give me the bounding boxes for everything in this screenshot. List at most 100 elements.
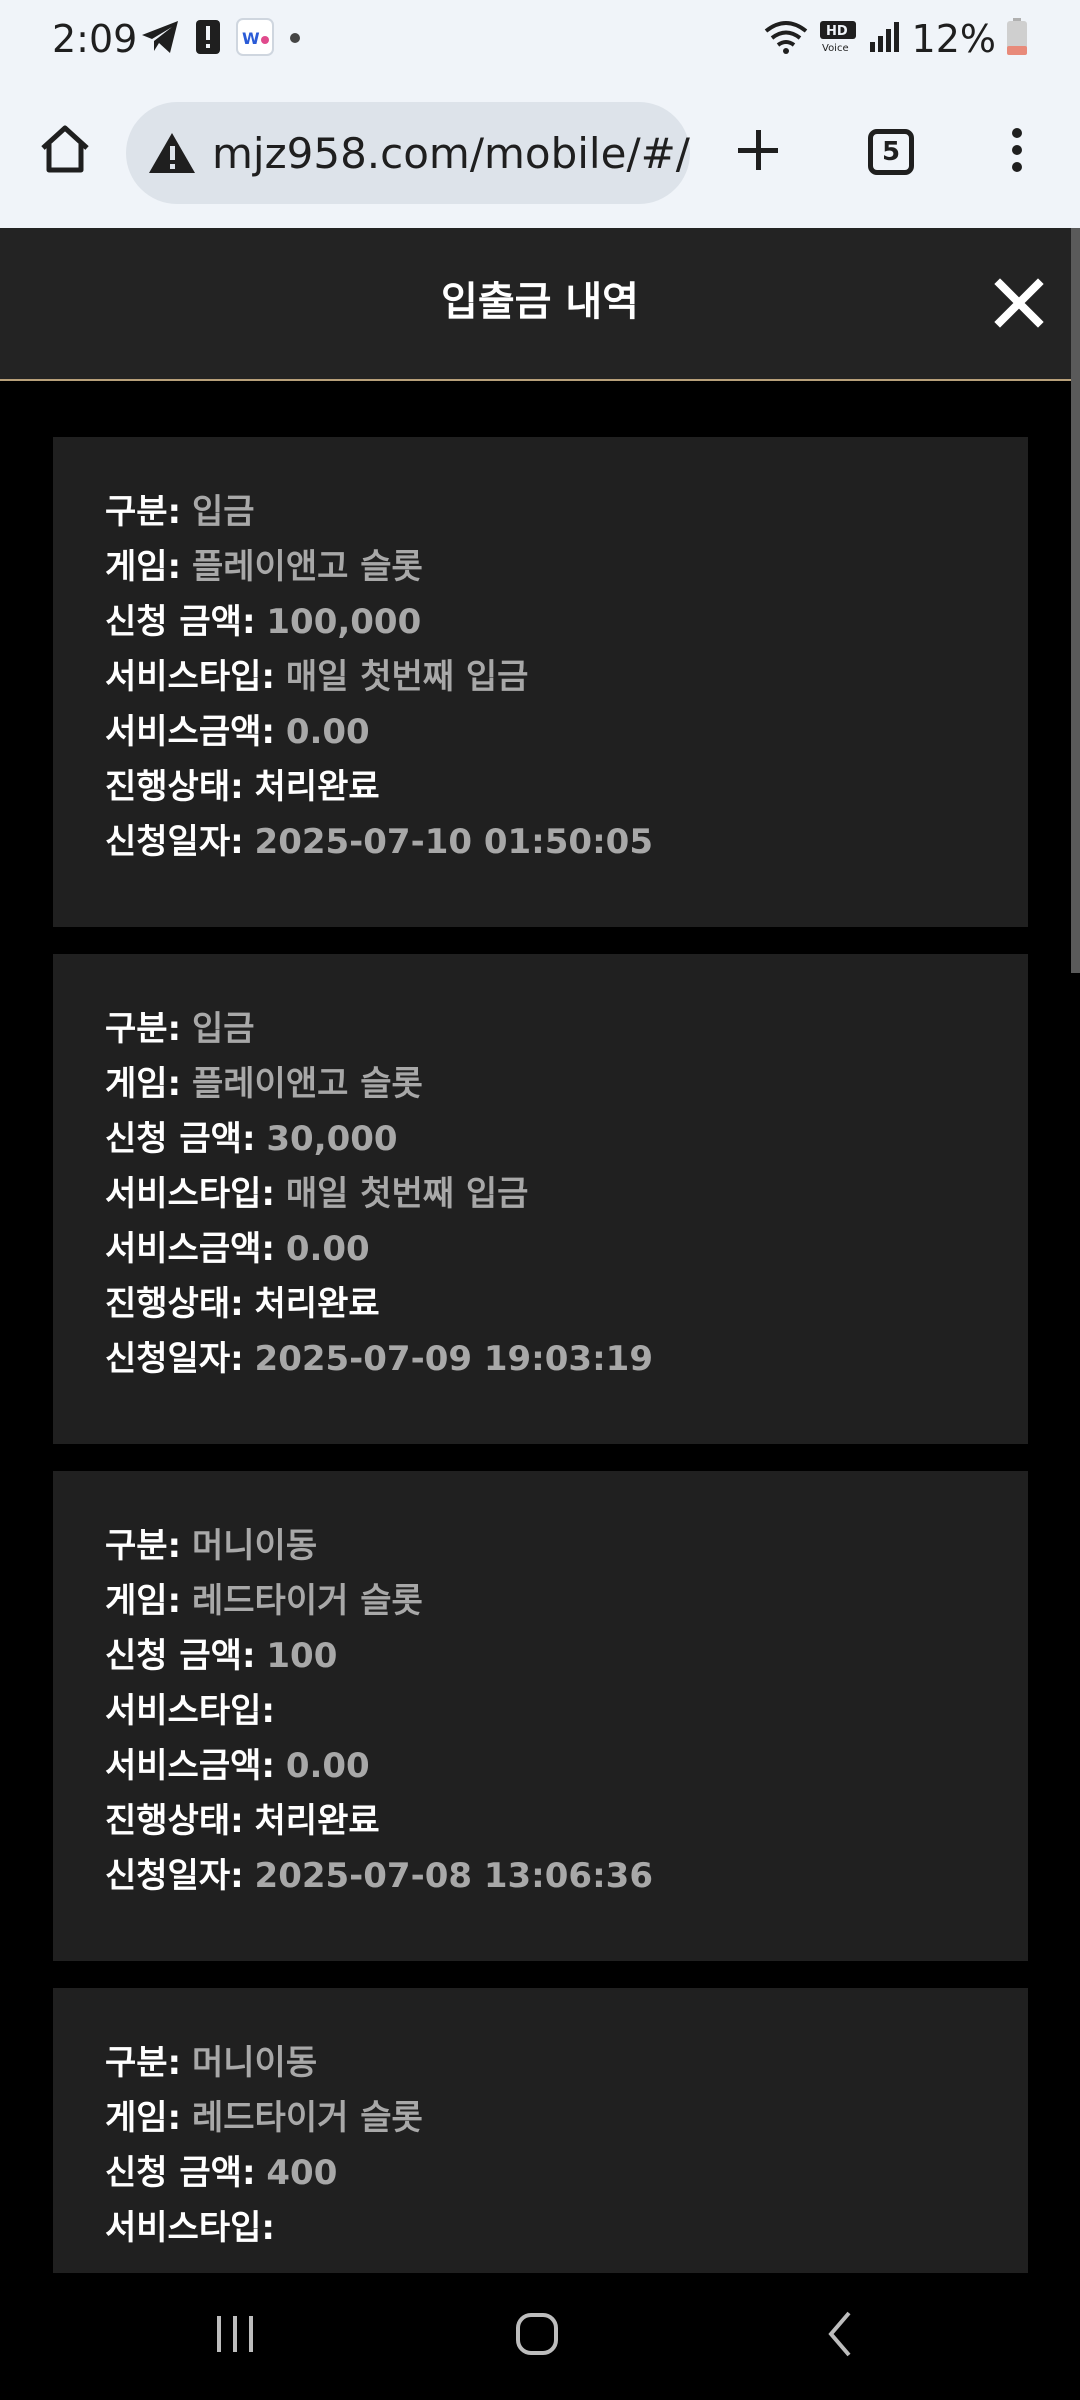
not-secure-warning-icon[interactable] <box>144 125 200 181</box>
home-button[interactable] <box>30 116 100 186</box>
page-title: 입출금 내역 <box>441 279 639 325</box>
browser-toolbar: mjz958.com/mobile/#/ 5 <box>0 78 1080 228</box>
back-button[interactable] <box>805 2303 875 2369</box>
svg-text:W: W <box>242 29 260 48</box>
address-bar[interactable]: mjz958.com/mobile/#/ <box>126 102 690 204</box>
more-vert-icon <box>1009 125 1025 179</box>
type-label: 구분: <box>105 492 182 532</box>
game-value: 플레이앤고 슬롯 <box>191 547 423 587</box>
game-row: 게임: 레드타이거 슬롯 <box>105 1574 1028 1629</box>
service-type-value: 매일 첫번째 입금 <box>285 1174 529 1214</box>
date-row: 신청일자: 2025-07-09 19:03:19 <box>105 1332 1028 1387</box>
type-row: 구분: 머니이동 <box>105 2036 1028 2091</box>
recent-apps-button[interactable] <box>200 2303 270 2369</box>
new-tab-button[interactable] <box>722 116 794 188</box>
hd-voice-icon: HD Voice <box>818 19 858 59</box>
service-amount-row: 서비스금액: 0.00 <box>105 705 1028 760</box>
system-nav-bar <box>0 2273 1080 2400</box>
service-amount-label: 서비스금액: <box>105 1746 275 1786</box>
service-type-label: 서비스타입: <box>105 1691 275 1731</box>
battery-icon <box>1006 18 1028 60</box>
type-label: 구분: <box>105 1526 182 1566</box>
telegram-icon <box>140 19 180 59</box>
status-label: 진행상태: <box>105 1801 244 1841</box>
transaction-card: 구분: 입금 게임: 플레이앤고 슬롯 신청 금액: 30,000 서비스타입:… <box>53 954 1028 1444</box>
amount-label: 신청 금액: <box>105 1636 256 1676</box>
game-value: 레드타이거 슬롯 <box>191 1581 423 1621</box>
type-row: 구분: 입금 <box>105 485 1028 540</box>
app-icon: W <box>236 18 274 60</box>
game-value: 플레이앤고 슬롯 <box>191 1064 423 1104</box>
transaction-card: 구분: 입금 게임: 플레이앤고 슬롯 신청 금액: 100,000 서비스타입… <box>53 437 1028 927</box>
game-label: 게임: <box>105 547 182 587</box>
status-row: 진행상태: 처리완료 <box>105 1277 1028 1332</box>
service-type-row: 서비스타입: <box>105 2201 1028 2256</box>
status-value: 처리완료 <box>254 1801 380 1841</box>
status-value: 처리완료 <box>254 1284 380 1324</box>
alert-icon <box>194 18 222 60</box>
amount-value: 100 <box>266 1636 338 1676</box>
amount-value: 100,000 <box>266 602 422 642</box>
status-row: 진행상태: 처리완료 <box>105 760 1028 815</box>
service-amount-value: 0.00 <box>285 712 370 752</box>
amount-label: 신청 금액: <box>105 1119 256 1159</box>
status-time: 2:09 <box>52 17 138 61</box>
signal-icon <box>868 20 902 58</box>
dot-icon <box>288 30 302 49</box>
page-header: 입출금 내역 <box>0 228 1080 381</box>
more-menu-button[interactable] <box>981 116 1053 188</box>
game-row: 게임: 플레이앤고 슬롯 <box>105 1057 1028 1112</box>
service-type-row: 서비스타입: 매일 첫번째 입금 <box>105 650 1028 705</box>
status-value: 처리완료 <box>254 767 380 807</box>
status-label: 진행상태: <box>105 767 244 807</box>
amount-row: 신청 금액: 100 <box>105 1629 1028 1684</box>
status-label: 진행상태: <box>105 1284 244 1324</box>
recent-apps-icon <box>213 2312 257 2360</box>
type-value: 머니이동 <box>191 2043 318 2083</box>
url-text[interactable]: mjz958.com/mobile/#/ <box>212 129 690 178</box>
date-label: 신청일자: <box>105 822 244 862</box>
service-amount-value: 0.00 <box>285 1229 370 1269</box>
amount-label: 신청 금액: <box>105 2153 256 2193</box>
status-bar: 2:09 W HD Voice 12% <box>0 0 1080 78</box>
service-amount-label: 서비스금액: <box>105 1229 275 1269</box>
system-icons: HD Voice 12% <box>764 16 1028 62</box>
plus-icon <box>734 126 782 178</box>
status-row: 진행상태: 처리완료 <box>105 1794 1028 1849</box>
scrollbar-thumb[interactable] <box>1071 228 1080 973</box>
game-value: 레드타이거 슬롯 <box>191 2098 423 2138</box>
service-amount-row: 서비스금액: 0.00 <box>105 1222 1028 1277</box>
amount-row: 신청 금액: 30,000 <box>105 1112 1028 1167</box>
type-value: 입금 <box>191 492 255 532</box>
transaction-list[interactable]: 구분: 입금 게임: 플레이앤고 슬롯 신청 금액: 100,000 서비스타입… <box>0 383 1080 2273</box>
service-type-label: 서비스타입: <box>105 657 275 697</box>
svg-text:HD: HD <box>826 24 848 39</box>
date-value: 2025-07-10 01:50:05 <box>254 822 653 862</box>
service-type-label: 서비스타입: <box>105 2208 275 2248</box>
wifi-icon <box>764 19 808 59</box>
type-label: 구분: <box>105 1009 182 1049</box>
svg-text:Voice: Voice <box>822 43 849 54</box>
service-type-label: 서비스타입: <box>105 1174 275 1214</box>
transaction-card: 구분: 머니이동 게임: 레드타이거 슬롯 신청 금액: 400 서비스타입: <box>53 1988 1028 2273</box>
date-value: 2025-07-08 13:06:36 <box>254 1856 653 1896</box>
game-label: 게임: <box>105 1064 182 1104</box>
game-row: 게임: 플레이앤고 슬롯 <box>105 540 1028 595</box>
type-value: 입금 <box>191 1009 255 1049</box>
type-row: 구분: 입금 <box>105 1002 1028 1057</box>
home-nav-button[interactable] <box>502 2303 572 2369</box>
close-icon <box>994 278 1044 332</box>
transaction-card: 구분: 머니이동 게임: 레드타이거 슬롯 신청 금액: 100 서비스타입: … <box>53 1471 1028 1961</box>
game-label: 게임: <box>105 1581 182 1621</box>
battery-percent: 12% <box>911 17 996 61</box>
home-icon <box>37 122 93 180</box>
close-button[interactable] <box>988 274 1050 336</box>
date-row: 신청일자: 2025-07-08 13:06:36 <box>105 1849 1028 1904</box>
type-value: 머니이동 <box>191 1526 318 1566</box>
service-amount-row: 서비스금액: 0.00 <box>105 1739 1028 1794</box>
back-chevron-icon <box>823 2309 857 2363</box>
date-label: 신청일자: <box>105 1856 244 1896</box>
amount-label: 신청 금액: <box>105 602 256 642</box>
tab-switcher-button[interactable]: 5 <box>855 116 927 188</box>
home-circle-icon <box>514 2311 560 2361</box>
